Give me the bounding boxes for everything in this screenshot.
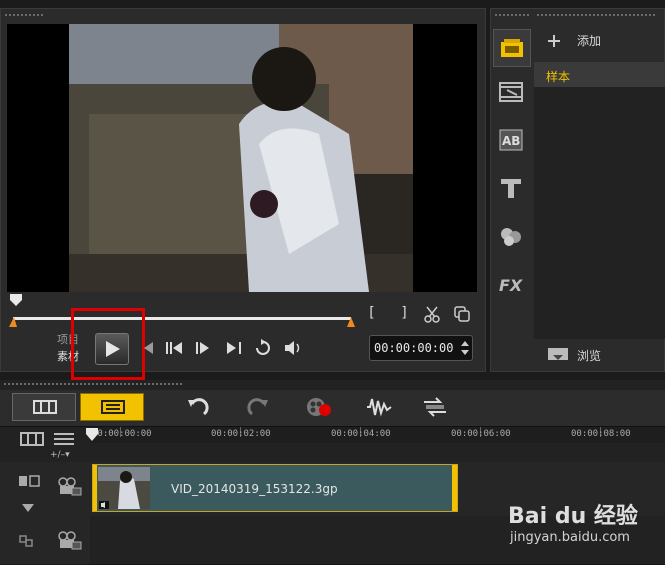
overlay-track-icon[interactable] <box>56 530 82 550</box>
mark-out-button[interactable]: ] <box>397 305 411 321</box>
scrub-bar[interactable] <box>9 311 355 327</box>
panel-grip[interactable] <box>4 383 184 385</box>
clip-trim-handle[interactable] <box>452 465 457 511</box>
watermark-logo: Bai du 经验 <box>508 504 638 529</box>
video-frame <box>69 24 413 292</box>
volume-icon[interactable] <box>283 339 303 357</box>
ruler-label: 00:00:00:00 <box>92 429 152 439</box>
ruler-label: 00:00:04:00 <box>331 429 391 439</box>
ripple-edit-icon[interactable] <box>18 474 40 488</box>
timeline-ruler[interactable]: 00:00:00:00 00:00:02:00 00:00:04:00 00:0… <box>90 427 665 443</box>
next-icon[interactable] <box>225 341 243 355</box>
step-forward-icon[interactable] <box>195 341 213 355</box>
chevron-down-icon[interactable] <box>22 504 34 512</box>
ruler-label: 00:00:06:00 <box>451 429 511 439</box>
watermark-url: jingyan.baidu.com <box>510 530 630 545</box>
panel-grip[interactable] <box>495 14 531 16</box>
redo-icon[interactable] <box>246 396 270 418</box>
browse-button[interactable]: 浏览 <box>577 347 601 364</box>
add-folder-button[interactable]: 添加 <box>577 32 601 49</box>
preview-screen <box>7 24 477 292</box>
play-button[interactable] <box>95 333 129 365</box>
ruler-label: 00:00:08:00 <box>571 429 631 439</box>
timecode-spinner-icon[interactable] <box>461 339 469 357</box>
library-folder-list: 样本 <box>534 62 665 339</box>
link-icon[interactable] <box>18 534 34 548</box>
auto-music-icon[interactable] <box>422 396 448 418</box>
step-back-icon[interactable] <box>165 341 183 355</box>
timeline-toolbar <box>0 390 665 427</box>
scissors-icon[interactable] <box>423 305 441 323</box>
folder-label: 样本 <box>546 70 571 84</box>
video-track-icon[interactable] <box>56 476 82 496</box>
video-clip[interactable]: VID_20140319_153122.3gp <box>92 464 458 512</box>
media-icon <box>501 39 523 57</box>
timeline-playhead[interactable] <box>86 428 98 442</box>
list-item[interactable]: 样本 <box>534 63 665 87</box>
copy-icon[interactable] <box>453 305 471 323</box>
play-icon <box>106 341 120 357</box>
mark-in-button[interactable]: [ <box>365 305 379 321</box>
ruler-label: 00:00:02:00 <box>211 429 271 439</box>
instant-project-icon[interactable] <box>499 81 523 103</box>
fx-icon[interactable]: FX <box>498 273 524 295</box>
storyboard-view-button[interactable] <box>12 393 76 421</box>
svg-text:AB: AB <box>502 134 520 148</box>
browse-icon[interactable] <box>547 347 569 363</box>
preview-panel: [ ] 项目 素材 00:00:00:00 <box>0 8 486 380</box>
timeline-icon <box>101 400 125 414</box>
timeline-view-button[interactable] <box>80 393 144 421</box>
timecode-value[interactable]: 00:00:00:00 <box>374 341 453 355</box>
panel-grip[interactable] <box>537 14 657 16</box>
playhead-marker[interactable] <box>9 293 23 307</box>
library-category-bar: AB FX <box>491 23 531 371</box>
zoom-control[interactable]: +/–▾ <box>50 450 70 460</box>
timecode-display[interactable]: 00:00:00:00 <box>369 335 473 361</box>
media-tab[interactable] <box>493 29 531 67</box>
track-manager-icon[interactable] <box>52 432 76 446</box>
audio-mix-icon[interactable] <box>366 396 392 418</box>
show-all-tracks-icon[interactable] <box>20 432 44 446</box>
storyboard-icon <box>33 400 57 414</box>
prev-icon[interactable] <box>141 341 155 355</box>
add-icon[interactable] <box>547 34 561 48</box>
panel-grip[interactable] <box>5 14 45 16</box>
audio-indicator-icon <box>99 501 109 509</box>
track-header <box>0 462 91 564</box>
svg-text:FX: FX <box>499 276 523 295</box>
library-panel: AB FX 添加 样本 浏览 <box>490 8 665 372</box>
repeat-icon[interactable] <box>253 339 273 357</box>
clip-name: VID_20140319_153122.3gp <box>171 482 338 496</box>
clip-trim-handle[interactable] <box>93 465 97 511</box>
graphic-icon[interactable] <box>498 225 524 247</box>
title-icon[interactable] <box>499 177 523 199</box>
undo-icon[interactable] <box>186 396 210 418</box>
record-icon[interactable] <box>306 396 332 418</box>
transition-icon[interactable]: AB <box>499 129 523 151</box>
